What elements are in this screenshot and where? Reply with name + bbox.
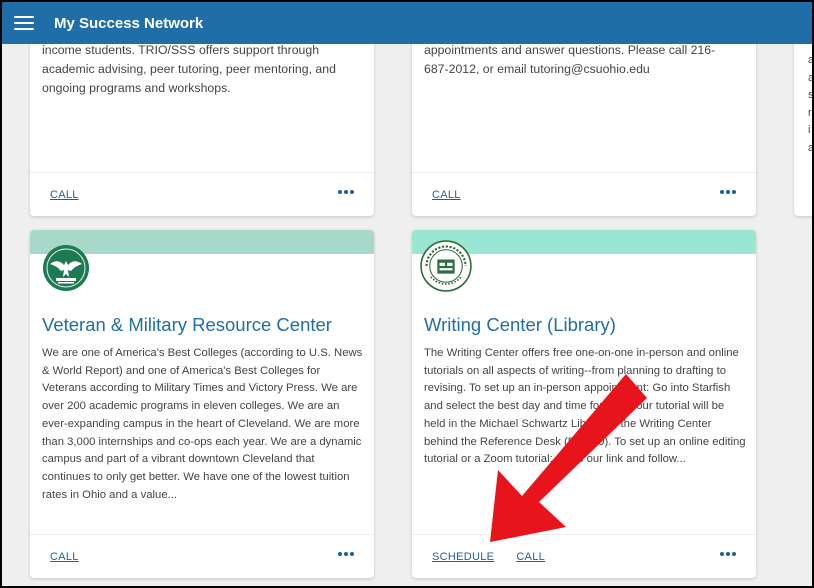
schedule-link[interactable]: SCHEDULE [432,551,494,563]
call-link[interactable]: CALL [432,189,461,201]
card-title[interactable]: Veteran & Military Resource Center [42,314,332,336]
partial-text: a a s r i a [808,52,814,157]
call-link[interactable]: CALL [516,551,545,563]
app-frame: My Success Network income students. TRIO… [0,0,814,588]
text-line: r [808,106,812,119]
text-line: a [808,141,814,154]
text-line: 687-2012, or email tutoring@csuohio.edu [424,62,650,76]
card-description: We are one of America's Best Colleges (a… [42,347,363,501]
more-options-icon[interactable] [338,552,354,556]
card-footer: CALL [30,534,374,578]
more-options-icon[interactable] [720,190,736,194]
card-writing-center[interactable]: Writing Center (Library) The Writing Cen… [412,230,756,578]
more-options-icon[interactable] [720,552,736,556]
card-description: appointments and answer questions. Pleas… [424,41,744,79]
text-line: i [808,124,811,136]
text-line: ongoing programs and workshops. [42,81,231,95]
more-options-icon[interactable] [338,190,354,194]
text-line: a [808,71,814,84]
call-link[interactable]: CALL [50,189,79,201]
menu-icon[interactable] [14,16,34,30]
card-description: income students. TRIO/SSS offers support… [42,41,362,98]
card-footer: SCHEDULE CALL [412,534,756,578]
top-bar: My Success Network [2,2,812,44]
card-footer: CALL [412,172,756,216]
veteran-eagle-logo-icon [43,245,89,291]
text-line: academic advising, peer tutoring, peer m… [42,62,336,76]
csu-seal-logo-icon [420,240,472,292]
card-veteran-center[interactable]: Veteran & Military Resource Center We ar… [30,230,374,578]
card-description: The Writing Center offers free one-on-on… [424,347,746,466]
card-title[interactable]: Writing Center (Library) [424,314,616,336]
text-line: s [808,89,814,101]
text-line: a [808,54,814,66]
call-link[interactable]: CALL [50,551,79,563]
app-title: My Success Network [54,14,204,32]
card-footer: CALL [30,172,374,216]
